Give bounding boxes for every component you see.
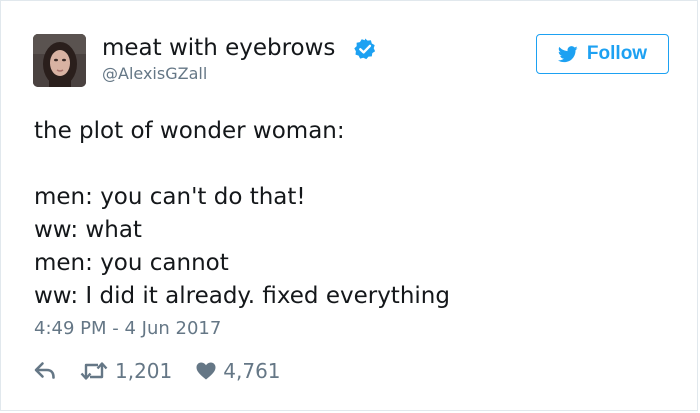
tweet-text-line: ww: what — [34, 217, 142, 243]
tweet-text-line: men: you can't do that! — [34, 184, 306, 210]
reply-icon — [34, 362, 55, 379]
tweet-actions: 1,201 4,761 — [34, 355, 281, 387]
tweet-text-line: the plot of wonder woman: — [34, 118, 345, 144]
follow-button[interactable]: Follow — [536, 34, 669, 74]
heart-icon — [196, 362, 216, 380]
reply-button[interactable] — [34, 361, 56, 381]
profile-photo — [33, 34, 86, 87]
tweet-text-line: ww: I did it already. fixed everything — [34, 283, 450, 309]
twitter-bird-icon — [557, 45, 578, 62]
follow-label: Follow — [586, 43, 648, 64]
verified-badge-icon — [354, 38, 376, 60]
retweet-button[interactable]: 1,201 — [80, 359, 172, 383]
tweet-text-line: men: you cannot — [34, 250, 229, 276]
handle[interactable]: @AlexisGZall — [102, 64, 207, 84]
tweet-card: meat with eyebrows @AlexisGZall Follow t… — [0, 0, 698, 411]
like-button[interactable]: 4,761 — [196, 359, 281, 383]
avatar[interactable] — [33, 34, 86, 87]
retweet-icon — [80, 362, 108, 380]
retweet-count: 1,201 — [115, 359, 173, 383]
like-count: 4,761 — [223, 359, 281, 383]
display-name[interactable]: meat with eyebrows — [102, 34, 335, 62]
tweet-text-line-blank — [34, 148, 674, 181]
timestamp[interactable]: 4:49 PM - 4 Jun 2017 — [34, 317, 221, 341]
tweet-text: the plot of wonder woman: men: you can't… — [34, 115, 674, 313]
